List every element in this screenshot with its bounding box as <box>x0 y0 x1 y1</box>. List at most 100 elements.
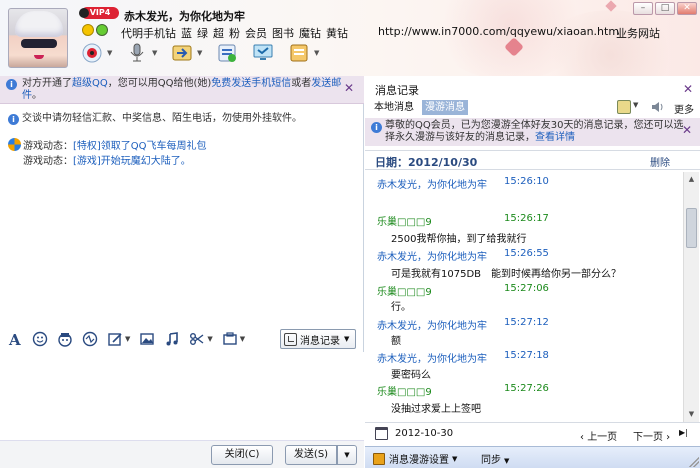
screenshot-scissors-icon[interactable] <box>186 329 208 349</box>
close-history-icon[interactable]: ✕ <box>683 82 693 96</box>
chevron-down-icon: ▼ <box>504 457 510 465</box>
service-link-member[interactable]: 会员 <box>245 25 267 41</box>
service-link-magic[interactable]: 魔钻 <box>299 25 321 41</box>
security-warning: i 交谈中请勿轻信汇款、中奖信息、陌生电话，勿使用外挂软件。 <box>8 109 302 125</box>
magic-expression-icon[interactable] <box>54 329 76 349</box>
message-input[interactable] <box>0 352 364 440</box>
chevron-down-icon[interactable]: ▼ <box>240 335 245 343</box>
game-activity-row: 游戏动态：[游戏]开始玩魔幻大陆了。 <box>23 156 191 167</box>
scroll-up-icon[interactable]: ▲ <box>684 172 699 187</box>
music-icon[interactable] <box>161 329 183 349</box>
business-site-link[interactable]: 业务网站 <box>616 25 660 41</box>
next-page-link[interactable]: 下一页 › <box>633 428 670 443</box>
image-icon[interactable] <box>136 329 158 349</box>
send-options-chevron-icon[interactable]: ▼ <box>337 445 357 465</box>
avatar-glasses <box>21 39 57 48</box>
view-details-link[interactable]: 查看详情 <box>535 132 575 143</box>
message-sender: 乐巢□□□9 15:26:17 <box>377 213 549 228</box>
speaker-icon[interactable] <box>650 100 664 114</box>
chevron-down-icon[interactable]: ▼ <box>314 40 323 66</box>
transfer-file-icon[interactable] <box>169 40 195 66</box>
history-title: 消息记录 <box>375 84 419 97</box>
calendar-icon[interactable] <box>375 427 388 440</box>
scroll-down-icon[interactable]: ▼ <box>684 407 699 422</box>
message-text: 没抽过求爱上上签吧 <box>391 404 481 415</box>
tab-roaming-messages[interactable]: 漫游消息 <box>422 100 468 115</box>
more-tools-icon[interactable] <box>219 329 241 349</box>
history-pane: 消息记录 ✕ 本地消息 漫游消息 ▼ 更多 i 尊敬的QQ会员，已为您漫游全体好… <box>365 76 700 468</box>
graffiti-icon[interactable] <box>104 329 126 349</box>
last-page-icon[interactable]: ▶| <box>679 428 688 437</box>
minimize-icon[interactable]: – <box>633 2 653 15</box>
service-link-blue[interactable]: 蓝 <box>181 25 192 41</box>
svg-text:A: A <box>8 331 21 347</box>
service-link-pink[interactable]: 粉 <box>229 25 240 41</box>
more-link[interactable]: 更多 <box>674 101 694 116</box>
message-text: 行。 <box>391 302 411 313</box>
chevron-down-icon[interactable]: ▼ <box>152 40 161 66</box>
info-icon: i <box>6 79 17 90</box>
close-button[interactable]: 关闭(C) <box>211 445 273 465</box>
microphone-icon[interactable] <box>124 40 150 66</box>
message-history-button[interactable]: 消息记录 ▼ <box>280 329 356 349</box>
emoticon-icon[interactable] <box>29 329 51 349</box>
roam-settings-button[interactable]: 消息漫游设置 ▼ <box>373 451 457 466</box>
security-warning-text: 交谈中请勿轻信汇款、中奖信息、陌生电话，勿使用外挂软件。 <box>22 113 302 124</box>
font-icon[interactable]: A <box>4 329 26 349</box>
chevron-down-icon[interactable]: ▼ <box>633 101 638 109</box>
game-activity-link[interactable]: [游戏]开始玩魔幻大陆了。 <box>73 156 191 167</box>
free-sms-link[interactable]: 免费发送手机短信 <box>211 78 291 89</box>
message-history-label: 消息记录 <box>300 335 340 347</box>
service-link-super[interactable]: 超 <box>213 25 224 41</box>
message-sender: 赤木发光，为你化地为牢 15:27:18 <box>377 350 549 365</box>
message-sender: 赤木发光，为你化地为牢 15:27:12 <box>377 317 549 332</box>
shake-window-icon[interactable] <box>79 329 101 349</box>
video-call-icon[interactable] <box>79 40 105 66</box>
chevron-down-icon: ▼ <box>344 335 350 343</box>
close-notice-icon[interactable]: ✕ <box>344 81 354 95</box>
chat-header: VIP4 赤木发光，为你化地为牢 代明手机钻 蓝 绿 超 粉 会员 图书 魔钻 … <box>0 0 700 76</box>
nav-date[interactable]: 2012-10-30 <box>395 428 453 439</box>
contact-avatar[interactable] <box>8 8 68 68</box>
service-link-mobile[interactable]: 代明手机钻 <box>121 25 176 41</box>
chevron-down-icon: ▼ <box>452 454 458 463</box>
message-scrollbar[interactable]: ▲ ▼ <box>683 172 699 422</box>
chevron-down-icon[interactable]: ▼ <box>197 40 206 66</box>
sync-button[interactable]: 同步 ▼ <box>481 451 509 466</box>
game-status-icon[interactable] <box>96 24 108 36</box>
remote-assist-icon[interactable] <box>250 40 276 66</box>
close-notice-icon[interactable]: ✕ <box>682 123 692 137</box>
prev-page-link[interactable]: ‹ 上一页 <box>580 428 617 443</box>
history-footer: 消息漫游设置 ▼ 同步 ▼ <box>365 446 700 468</box>
message-text: 2500我帮你抽，到了给我就行 <box>391 234 527 245</box>
mail-icon[interactable] <box>617 100 631 114</box>
signature-url[interactable]: http://www.in7000.com/qqyewu/xiaoan.htm <box>378 25 619 38</box>
page-navigation: 2012-10-30 ‹ 上一页 下一页 › ▶| <box>365 422 700 446</box>
message-list[interactable]: 赤木发光，为你化地为牢 15:26:10 乐巢□□□9 15:26:17 2500我… <box>365 172 683 422</box>
delete-link[interactable]: 删除 <box>650 154 670 169</box>
contact-name[interactable]: 赤木发光，为你化地为牢 <box>124 8 245 24</box>
app-menu-icon[interactable] <box>286 40 312 66</box>
tab-local-messages[interactable]: 本地消息 <box>371 100 417 115</box>
resize-grip-icon[interactable] <box>689 457 699 467</box>
maximize-icon[interactable]: □ <box>655 2 675 15</box>
send-button[interactable]: 发送(S) <box>285 445 337 465</box>
service-link-books[interactable]: 图书 <box>272 25 294 41</box>
close-icon[interactable]: ✕ <box>677 2 697 15</box>
avatar-hair <box>15 11 63 37</box>
chat-pane: i 对方开通了超级QQ，您可以用QQ给他(她)免费发送手机短信或者发送邮件。 ✕… <box>0 76 364 468</box>
create-group-icon[interactable] <box>214 40 240 66</box>
game-activity-link[interactable]: [特权]领取了QQ飞车每周礼包 <box>73 141 207 152</box>
chevron-down-icon[interactable]: ▼ <box>125 335 130 343</box>
service-links: 代明手机钻 蓝 绿 超 粉 会员 图书 魔钻 黄钻 <box>121 25 348 41</box>
service-link-yellow[interactable]: 黄钻 <box>326 25 348 41</box>
info-icon: i <box>8 114 19 125</box>
scroll-thumb[interactable] <box>686 208 697 248</box>
super-qq-link[interactable]: 超级QQ <box>72 78 108 89</box>
chevron-down-icon[interactable]: ▼ <box>207 335 212 343</box>
chevron-down-icon[interactable]: ▼ <box>107 40 116 66</box>
vip-badge[interactable]: VIP4 <box>79 7 119 19</box>
service-link-green[interactable]: 绿 <box>197 25 208 41</box>
message-sender: 乐巢□□□9 15:27:26 <box>377 383 549 398</box>
smiley-status-icon[interactable] <box>82 24 94 36</box>
